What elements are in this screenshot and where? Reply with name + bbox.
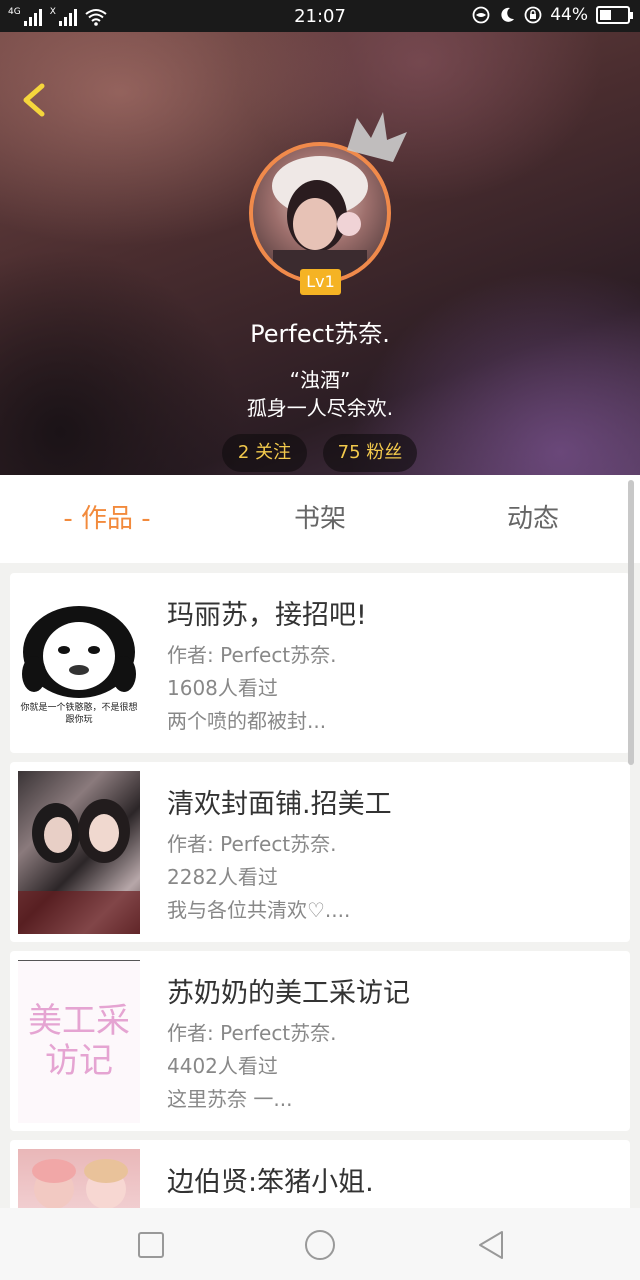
bio-line-1: “浊酒” (289, 368, 351, 392)
bio-line-2: 孤身一人尽余欢. (246, 396, 394, 420)
system-nav-bar (0, 1208, 640, 1280)
work-author: 作者: Perfect苏奈. (167, 643, 337, 667)
work-title: 清欢封面铺.招美工 (167, 789, 392, 820)
work-cover: 你就是一个铁憨憨，不是很想跟你玩 (18, 582, 140, 745)
back-button[interactable] (14, 76, 54, 124)
battery-icon (596, 6, 633, 24)
work-views: 4402人看过 (167, 1054, 278, 1078)
status-bar: 4G X 21:07 44% (0, 0, 640, 32)
work-card[interactable]: 美工采访记 苏奶奶的美工采访记 作者: Perfect苏奈. 4402人看过 这… (10, 951, 630, 1131)
work-cover: 美工采访记 (18, 960, 140, 1123)
level-badge: Lv1 (300, 269, 341, 295)
battery-percentage: 44% (550, 5, 588, 25)
crown-icon (347, 112, 407, 162)
cover-title-text: 美工采访记 (28, 1001, 130, 1081)
work-author: 作者: Perfect苏奈. (167, 832, 337, 856)
system-back-button[interactable] (474, 1228, 508, 1262)
work-views: 1608人看过 (167, 676, 278, 700)
work-author: 作者: Perfect苏奈. (167, 1021, 337, 1045)
nickname: Perfect苏奈. (250, 320, 390, 348)
tab-bookshelf[interactable]: 书架 (220, 475, 420, 563)
work-views: 2282人看过 (167, 865, 278, 889)
eye-comfort-icon (472, 6, 490, 24)
following-count-button[interactable]: 2 关注 (222, 434, 307, 472)
work-title: 玛丽苏，接招吧! (167, 600, 367, 631)
cover-caption: 你就是一个铁憨憨，不是很想跟你玩 (20, 703, 138, 725)
work-description: 两个喷的都被封... (167, 709, 327, 733)
profile-header: Lv1 Perfect苏奈. “浊酒” 孤身一人尽余欢. 2 关注 75 粉丝 (0, 32, 640, 475)
avatar-container[interactable] (249, 112, 407, 284)
recent-apps-button[interactable] (134, 1228, 168, 1262)
tab-works[interactable]: - 作品 - (7, 475, 207, 563)
cover-illustration (18, 799, 140, 934)
work-card[interactable]: 你就是一个铁憨憨，不是很想跟你玩 玛丽苏，接招吧! 作者: Perfect苏奈.… (10, 573, 630, 753)
fans-count-button[interactable]: 75 粉丝 (323, 434, 417, 472)
work-description: 这里苏奈 一... (167, 1087, 293, 1111)
work-title: 苏奶奶的美工采访记 (167, 978, 410, 1009)
rotation-lock-icon (524, 6, 542, 24)
work-cover (18, 771, 140, 934)
home-button[interactable] (303, 1228, 337, 1262)
work-description: 我与各位共清欢♡.... (167, 898, 351, 922)
battery-fill (600, 10, 611, 20)
scrollbar[interactable] (628, 480, 634, 765)
tab-moments[interactable]: 动态 (433, 475, 633, 563)
moon-icon (501, 7, 515, 22)
work-title: 边伯贤:笨猪小姐. (167, 1167, 374, 1198)
work-card[interactable]: 清欢封面铺.招美工 作者: Perfect苏奈. 2282人看过 我与各位共清欢… (10, 762, 630, 942)
status-right: 44% (472, 5, 633, 25)
profile-tabs: - 作品 - 书架 动态 (0, 475, 640, 563)
